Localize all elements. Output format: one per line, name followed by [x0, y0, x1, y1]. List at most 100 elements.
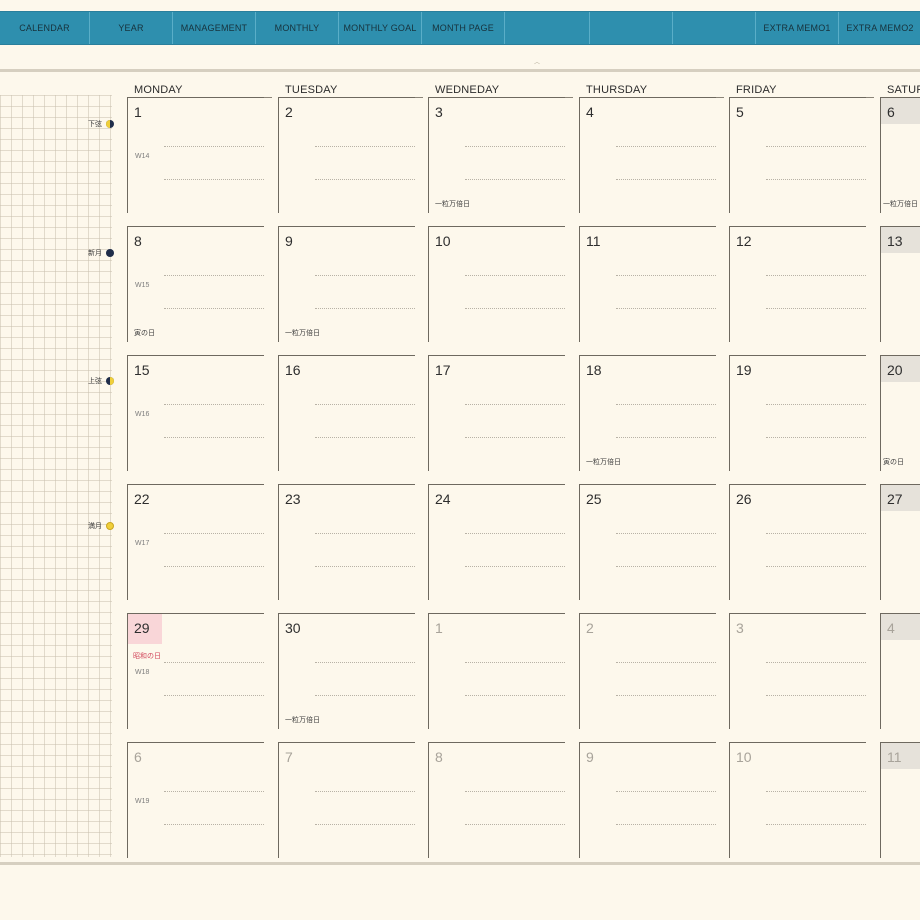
calendar-cell[interactable]: 7 — [278, 742, 415, 858]
day-header: THURSDAY — [586, 84, 724, 98]
tab-calendar[interactable]: CALENDAR — [0, 12, 90, 44]
calendar-cell[interactable]: 12 — [729, 226, 866, 342]
last-quarter-moon-icon — [106, 120, 114, 128]
writing-line — [465, 791, 565, 792]
tab-year[interactable]: YEAR — [90, 12, 173, 44]
day-note: 一粒万倍日 — [435, 201, 470, 208]
calendar-cell[interactable]: 6 一粒万倍日 — [880, 97, 920, 213]
day-number: 7 — [285, 749, 293, 765]
week-number: W16 — [135, 411, 150, 418]
calendar-cell[interactable]: 18 一粒万倍日 — [579, 355, 716, 471]
day-number: 8 — [435, 749, 443, 765]
calendar-cell[interactable]: 2 — [278, 97, 415, 213]
tab-monthly[interactable]: MONTHLY — [256, 12, 339, 44]
calendar-cell[interactable]: 27 — [880, 484, 920, 600]
tab-empty[interactable] — [590, 12, 673, 44]
day-number: 25 — [586, 491, 602, 507]
day-header: WEDNEDAY — [435, 84, 573, 98]
writing-line — [465, 824, 565, 825]
calendar-cell[interactable]: 9 — [579, 742, 716, 858]
calendar-cell[interactable]: 26 — [729, 484, 866, 600]
calendar-cell[interactable]: 8 W15 寅の日 — [127, 226, 264, 342]
calendar-cell[interactable]: 15 W16 — [127, 355, 264, 471]
writing-line — [766, 533, 866, 534]
calendar-cell[interactable]: 4 — [579, 97, 716, 213]
writing-line — [766, 404, 866, 405]
week-number: W19 — [135, 798, 150, 805]
day-number: 10 — [435, 233, 451, 249]
calendar-cell[interactable]: 5 — [729, 97, 866, 213]
calendar-cell[interactable]: 2 — [579, 613, 716, 729]
calendar-cell[interactable]: 22 W17 — [127, 484, 264, 600]
calendar-cell[interactable]: 20 寅の日 — [880, 355, 920, 471]
day-header: SATURDAY — [887, 84, 920, 98]
calendar-cell[interactable]: 25 — [579, 484, 716, 600]
calendar-cell[interactable]: 昭和の日 29 W18 — [127, 613, 264, 729]
writing-line — [164, 566, 264, 567]
calendar-cell[interactable]: 11 — [579, 226, 716, 342]
calendar-cell[interactable]: 13 — [880, 226, 920, 342]
calendar-cell[interactable]: 11 — [880, 742, 920, 858]
calendar-cell[interactable]: 3 一粒万倍日 — [428, 97, 565, 213]
tab-extra-memo2[interactable]: EXTRA MEMO2 — [839, 12, 920, 44]
memo-grid[interactable] — [0, 95, 112, 857]
writing-line — [616, 791, 716, 792]
writing-line — [766, 308, 866, 309]
calendar-cell[interactable]: 8 — [428, 742, 565, 858]
day-number: 11 — [887, 749, 902, 765]
week-number: W14 — [135, 153, 150, 160]
moon-phase: 新月 — [70, 246, 114, 260]
moon-phase-label: 上弦 — [88, 378, 102, 385]
calendar-cell[interactable]: 9 一粒万倍日 — [278, 226, 415, 342]
writing-line — [315, 662, 415, 663]
calendar-cell[interactable]: 24 — [428, 484, 565, 600]
calendar-cell[interactable]: 19 — [729, 355, 866, 471]
writing-line — [315, 791, 415, 792]
full-moon-icon — [106, 522, 114, 530]
collapse-handle-icon[interactable]: ︿ — [533, 60, 541, 66]
tab-extra-memo1[interactable]: EXTRA MEMO1 — [756, 12, 839, 44]
writing-line — [315, 179, 415, 180]
writing-line — [766, 146, 866, 147]
new-moon-icon — [106, 249, 114, 257]
writing-line — [616, 662, 716, 663]
writing-line — [164, 308, 264, 309]
day-number: 12 — [736, 233, 752, 249]
day-number: 16 — [285, 362, 301, 378]
tab-management[interactable]: MANAGEMENT — [173, 12, 256, 44]
calendar-cell[interactable]: 1 — [428, 613, 565, 729]
writing-line — [164, 824, 264, 825]
tab-month-page[interactable]: MONTH PAGE — [422, 12, 505, 44]
calendar-cell[interactable]: 10 — [729, 742, 866, 858]
writing-line — [164, 533, 264, 534]
writing-line — [766, 662, 866, 663]
tab-monthly-goal[interactable]: MONTHLY GOAL — [339, 12, 422, 44]
day-number: 9 — [285, 233, 293, 249]
writing-line — [465, 146, 565, 147]
calendar-cell[interactable]: 10 — [428, 226, 565, 342]
moon-phase: 満月 — [70, 519, 114, 533]
day-note: 一粒万倍日 — [883, 201, 918, 208]
week-number: W17 — [135, 540, 150, 547]
top-divider — [0, 69, 920, 72]
day-number: 11 — [586, 233, 601, 249]
calendar-cell[interactable]: 1 W14 — [127, 97, 264, 213]
moon-phase-label: 下弦 — [88, 121, 102, 128]
day-number: 13 — [887, 233, 903, 249]
writing-line — [616, 275, 716, 276]
calendar-cell[interactable]: 6 W19 — [127, 742, 264, 858]
calendar-cell[interactable]: 3 — [729, 613, 866, 729]
tab-empty[interactable] — [673, 12, 756, 44]
day-number: 15 — [134, 362, 150, 378]
calendar-cell[interactable]: 23 — [278, 484, 415, 600]
calendar-cell[interactable]: 4 — [880, 613, 920, 729]
writing-line — [616, 404, 716, 405]
calendar-cell[interactable]: 17 — [428, 355, 565, 471]
writing-line — [315, 695, 415, 696]
calendar-cell[interactable]: 16 — [278, 355, 415, 471]
tab-empty[interactable] — [505, 12, 590, 44]
day-number: 27 — [887, 491, 903, 507]
writing-line — [766, 437, 866, 438]
calendar-cell[interactable]: 30 一粒万倍日 — [278, 613, 415, 729]
writing-line — [616, 533, 716, 534]
